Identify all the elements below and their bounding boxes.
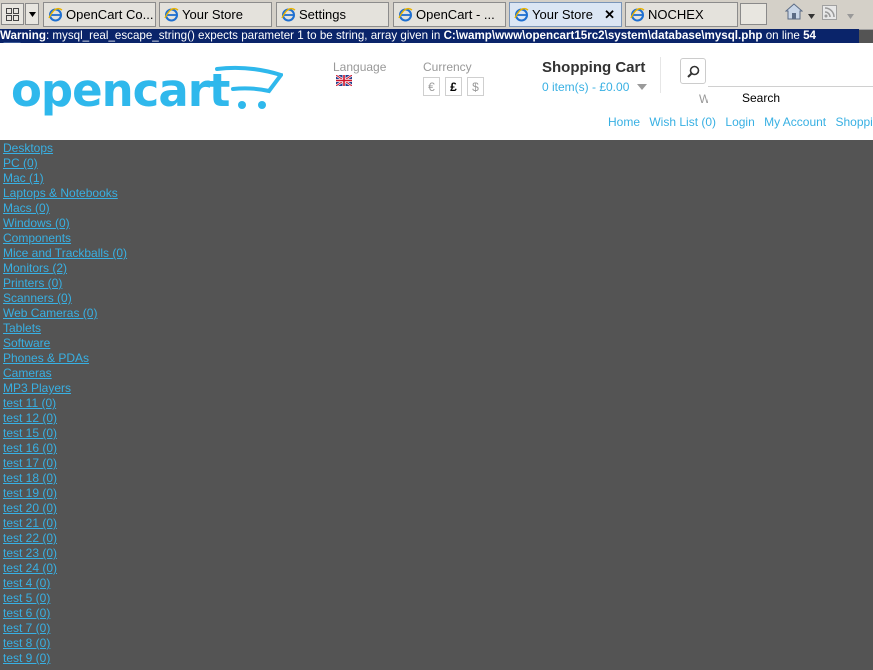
currency-pound[interactable]: £ [445, 77, 462, 96]
warning-path: C:\wamp\www\opencart15rc2\system\databas… [443, 29, 763, 42]
tab-label: Your Store [182, 7, 243, 22]
category-link[interactable]: test 7 (0) [3, 621, 127, 636]
tab-label: NOCHEX [648, 7, 704, 22]
ie-icon [164, 7, 179, 22]
warning-text: : mysql_real_escape_string() expects par… [45, 29, 444, 42]
feeds-icon[interactable] [822, 5, 837, 24]
logo-text: opencart [11, 65, 230, 117]
category-link[interactable]: Mac (1) [3, 171, 127, 186]
currency-dollar[interactable]: $ [467, 77, 484, 96]
php-warning: Warning: mysql_real_escape_string() expe… [0, 29, 859, 43]
cart-title: Shopping Cart [542, 59, 646, 76]
opencart-logo[interactable]: opencart [11, 65, 283, 117]
close-tab-icon[interactable]: ✕ [604, 7, 615, 23]
category-link[interactable]: test 9 (0) [3, 651, 127, 666]
browser-tab[interactable]: NOCHEX [625, 2, 738, 27]
category-link[interactable]: Scanners (0) [3, 291, 127, 306]
category-link[interactable]: test 5 (0) [3, 591, 127, 606]
top-links: Home Wish List (0) Login My Account Shop… [608, 115, 873, 129]
category-link[interactable]: Printers (0) [3, 276, 127, 291]
category-link[interactable]: test 22 (0) [3, 531, 127, 546]
warning-line: 54 [803, 29, 817, 42]
browser-tab[interactable]: OpenCart - ... [393, 2, 506, 27]
ie-icon [514, 7, 529, 22]
tab-list-icon[interactable] [25, 3, 39, 25]
warning-mid: on line [762, 29, 804, 42]
category-link[interactable]: Web Cameras (0) [3, 306, 127, 321]
ie-icon [398, 7, 413, 22]
uk-flag-icon[interactable] [336, 75, 352, 86]
link-shopping-cart[interactable]: Shoppin [835, 115, 873, 129]
category-link[interactable]: Desktops [3, 141, 127, 156]
warning-prefix: Warning [0, 29, 46, 42]
category-link[interactable]: test 23 (0) [3, 546, 127, 561]
category-link[interactable]: test 17 (0) [3, 456, 127, 471]
link-account[interactable]: My Account [764, 115, 826, 129]
currency-euro[interactable]: € [423, 77, 440, 96]
category-link[interactable]: Laptops & Notebooks [3, 186, 127, 201]
category-link[interactable]: test 12 (0) [3, 411, 127, 426]
feeds-dropdown-icon[interactable] [847, 8, 854, 23]
link-wishlist[interactable]: Wish List (0) [649, 115, 716, 129]
link-home[interactable]: Home [608, 115, 640, 129]
category-link[interactable]: test 24 (0) [3, 561, 127, 576]
language-label: Language [333, 60, 387, 74]
category-link[interactable]: PC (0) [3, 156, 127, 171]
category-link[interactable]: test 16 (0) [3, 441, 127, 456]
category-link[interactable]: test 8 (0) [3, 636, 127, 651]
link-login[interactable]: Login [725, 115, 754, 129]
category-link[interactable]: test 4 (0) [3, 576, 127, 591]
tab-label: Settings [299, 7, 346, 22]
ie-icon [281, 7, 296, 22]
cart-summary-link[interactable]: 0 item(s) - £0.00 [542, 80, 629, 94]
category-link[interactable]: Monitors (2) [3, 261, 127, 276]
tab-label: Your Store [532, 7, 593, 22]
category-link[interactable]: test 15 (0) [3, 426, 127, 441]
cart-dropdown-icon[interactable] [637, 84, 647, 90]
category-link[interactable]: test 6 (0) [3, 606, 127, 621]
category-link[interactable]: Cameras [3, 366, 127, 381]
category-link[interactable]: Windows (0) [3, 216, 127, 231]
browser-tab[interactable]: Your Store ✕ [509, 2, 622, 27]
category-link[interactable]: test 21 (0) [3, 516, 127, 531]
quick-tabs-icon[interactable] [1, 3, 24, 25]
category-link[interactable]: MP3 Players [3, 381, 127, 396]
browser-tab[interactable]: OpenCart Co... [43, 2, 156, 27]
home-dropdown-icon[interactable] [808, 8, 815, 23]
category-link[interactable]: Mice and Trackballs (0) [3, 246, 127, 261]
search-button[interactable] [680, 58, 706, 84]
tab-label: OpenCart Co... [66, 7, 154, 22]
currency-label: Currency [423, 60, 472, 74]
category-list: Desktops PC (0) Mac (1) Laptops & Notebooks… [3, 141, 127, 666]
search-icon [686, 65, 699, 78]
category-link[interactable]: Phones & PDAs [3, 351, 127, 366]
store-header: opencart Language Currency € £ $ Shoppin… [0, 43, 873, 140]
new-tab-button[interactable] [740, 3, 767, 25]
category-link[interactable]: Tablets [3, 321, 127, 336]
home-icon[interactable] [784, 3, 804, 24]
category-link[interactable]: Macs (0) [3, 201, 127, 216]
browser-tab[interactable]: Settings [276, 2, 389, 27]
category-link[interactable]: Components [3, 231, 127, 246]
category-link[interactable]: test 19 (0) [3, 486, 127, 501]
ie-icon [630, 7, 645, 22]
header-divider [660, 57, 661, 93]
category-link[interactable]: test 11 (0) [3, 396, 127, 411]
category-link[interactable]: Software [3, 336, 127, 351]
browser-tab-bar: OpenCart Co... Your Store Settings OpenCart… [0, 0, 873, 30]
category-link[interactable]: test 20 (0) [3, 501, 127, 516]
ie-icon [48, 7, 63, 22]
tab-label: OpenCart - ... [416, 7, 495, 22]
search-input[interactable]: Search [708, 86, 873, 110]
browser-tab[interactable]: Your Store [159, 2, 272, 27]
category-link[interactable]: test 18 (0) [3, 471, 127, 486]
